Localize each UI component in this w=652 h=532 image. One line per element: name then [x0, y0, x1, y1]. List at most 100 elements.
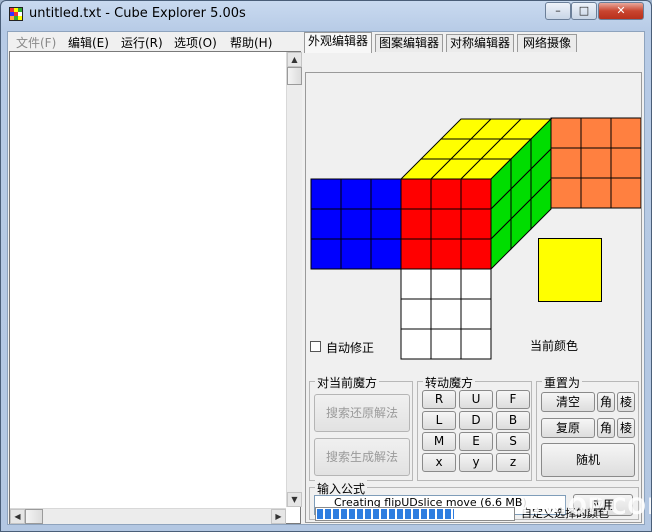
- menu-run[interactable]: 运行(R): [121, 34, 163, 51]
- facelet-back[interactable]: [550, 177, 582, 209]
- clear-corners-button[interactable]: 角: [597, 392, 615, 412]
- facelet-front[interactable]: [460, 238, 492, 270]
- turn-cube-group: 转动魔方 RUF LDB MESxyz: [417, 374, 532, 481]
- app-window: untitled.txt - Cube Explorer 5.00s – □ ✕…: [0, 0, 652, 532]
- tab-pattern-editor[interactable]: 图案编辑器: [375, 34, 443, 52]
- current-cube-group: 对当前魔方 搜索还原解法 搜索生成解法: [309, 374, 413, 481]
- turn-B-button[interactable]: B: [496, 411, 530, 430]
- facelet-back[interactable]: [580, 177, 612, 209]
- horizontal-scroll-thumb[interactable]: [25, 509, 43, 524]
- facelet-down[interactable]: [400, 268, 432, 300]
- scroll-down-icon[interactable]: ▼: [287, 492, 302, 507]
- facelet-left[interactable]: [370, 178, 402, 210]
- turn-M-button[interactable]: M: [422, 432, 456, 451]
- reset-group-title: 重置为: [542, 374, 583, 391]
- turn-x-button[interactable]: x: [422, 453, 456, 472]
- turn-E-button[interactable]: E: [459, 432, 493, 451]
- menu-edit[interactable]: 编辑(E): [68, 34, 109, 51]
- current-color-swatch[interactable]: [538, 238, 602, 302]
- vertical-scrollbar[interactable]: ▲ ▼: [286, 52, 302, 507]
- random-button[interactable]: 随机: [541, 443, 635, 477]
- facelet-left[interactable]: [310, 178, 342, 210]
- turn-z-button[interactable]: z: [496, 453, 530, 472]
- clear-button[interactable]: 清空: [541, 392, 595, 412]
- facelet-left[interactable]: [340, 178, 372, 210]
- current-cube-group-title: 对当前魔方: [315, 374, 380, 391]
- search-solve-button[interactable]: 搜索还原解法: [314, 394, 410, 432]
- facelet-left[interactable]: [370, 238, 402, 270]
- minimize-button[interactable]: –: [545, 2, 571, 20]
- cube-net[interactable]: [306, 73, 641, 368]
- facelet-left[interactable]: [310, 208, 342, 240]
- scroll-up-icon[interactable]: ▲: [287, 52, 302, 67]
- facelet-front[interactable]: [400, 238, 432, 270]
- facelet-editor-panel: 自动修正 当前颜色 对当前魔方 搜索还原解法 搜索生成解法 转动魔方 RUF LD…: [305, 72, 642, 523]
- title-bar[interactable]: untitled.txt - Cube Explorer 5.00s – □ ✕: [1, 1, 651, 29]
- restore-corners-button[interactable]: 角: [597, 418, 615, 438]
- turn-S-button[interactable]: S: [496, 432, 530, 451]
- facelet-down[interactable]: [400, 328, 432, 360]
- scroll-left-icon[interactable]: ◀: [10, 509, 25, 524]
- vertical-scroll-thumb[interactable]: [287, 67, 302, 85]
- facelet-down[interactable]: [430, 298, 462, 330]
- restore-edges-button[interactable]: 棱: [617, 418, 635, 438]
- facelet-front[interactable]: [460, 208, 492, 240]
- current-color-label: 当前颜色: [530, 339, 579, 353]
- restore-button[interactable]: 复原: [541, 418, 595, 438]
- facelet-down[interactable]: [460, 268, 492, 300]
- tab-facelet-editor[interactable]: 外观编辑器: [304, 32, 372, 53]
- facelet-back[interactable]: [610, 117, 641, 149]
- text-editor[interactable]: ▲ ▼ ◀ ▶: [9, 51, 302, 524]
- scroll-right-icon[interactable]: ▶: [271, 509, 286, 524]
- progress-fill: [317, 509, 454, 519]
- facelet-down[interactable]: [460, 298, 492, 330]
- app-icon: [9, 7, 23, 21]
- facelet-down[interactable]: [430, 268, 462, 300]
- close-button[interactable]: ✕: [598, 2, 644, 20]
- facelet-front[interactable]: [430, 178, 462, 210]
- progress-bar: [315, 507, 515, 521]
- facelet-back[interactable]: [610, 147, 641, 179]
- facelet-back[interactable]: [610, 177, 641, 209]
- facelet-left[interactable]: [340, 208, 372, 240]
- client-area: 文件(F) 编辑(E) 运行(R) 选项(O) 帮助(H) ▲ ▼ ◀ ▶ 外观…: [7, 31, 651, 525]
- turn-D-button[interactable]: D: [459, 411, 493, 430]
- turn-y-button[interactable]: y: [459, 453, 493, 472]
- maximize-button[interactable]: □: [571, 2, 597, 20]
- clear-edges-button[interactable]: 棱: [617, 392, 635, 412]
- turn-cube-group-title: 转动魔方: [423, 374, 476, 391]
- search-generate-button[interactable]: 搜索生成解法: [314, 438, 410, 476]
- facelet-front[interactable]: [430, 238, 462, 270]
- tab-symmetry-editor[interactable]: 对称编辑器: [446, 34, 514, 52]
- turn-F-button[interactable]: F: [496, 390, 530, 409]
- facelet-down[interactable]: [400, 298, 432, 330]
- window-title: untitled.txt - Cube Explorer 5.00s: [29, 6, 246, 21]
- facelet-down[interactable]: [460, 328, 492, 360]
- facelet-down[interactable]: [430, 328, 462, 360]
- facelet-back[interactable]: [580, 147, 612, 179]
- facelet-front[interactable]: [460, 178, 492, 210]
- menu-help[interactable]: 帮助(H): [230, 34, 272, 51]
- reset-group: 重置为 清空 角 棱 复原 角 棱 随机: [536, 374, 639, 481]
- turn-L-button[interactable]: L: [422, 411, 456, 430]
- auto-correct-checkbox[interactable]: [310, 341, 321, 352]
- facelet-front[interactable]: [400, 208, 432, 240]
- close-icon: ✕: [616, 4, 626, 17]
- minimize-icon: –: [555, 4, 561, 17]
- tab-webcam[interactable]: 网络摄像: [517, 34, 577, 52]
- facelet-left[interactable]: [310, 238, 342, 270]
- turn-R-button[interactable]: R: [422, 390, 456, 409]
- turn-U-button[interactable]: U: [459, 390, 493, 409]
- horizontal-scrollbar[interactable]: ◀ ▶: [10, 508, 286, 524]
- facelet-back[interactable]: [580, 117, 612, 149]
- facelet-back[interactable]: [550, 117, 582, 149]
- maximize-icon: □: [578, 4, 590, 17]
- facelet-back[interactable]: [550, 147, 582, 179]
- facelet-left[interactable]: [340, 238, 372, 270]
- menu-file[interactable]: 文件(F): [16, 34, 56, 51]
- facelet-front[interactable]: [400, 178, 432, 210]
- menu-options[interactable]: 选项(O): [174, 34, 217, 51]
- facelet-left[interactable]: [370, 208, 402, 240]
- facelet-front[interactable]: [430, 208, 462, 240]
- auto-correct-label: 自动修正: [326, 341, 375, 355]
